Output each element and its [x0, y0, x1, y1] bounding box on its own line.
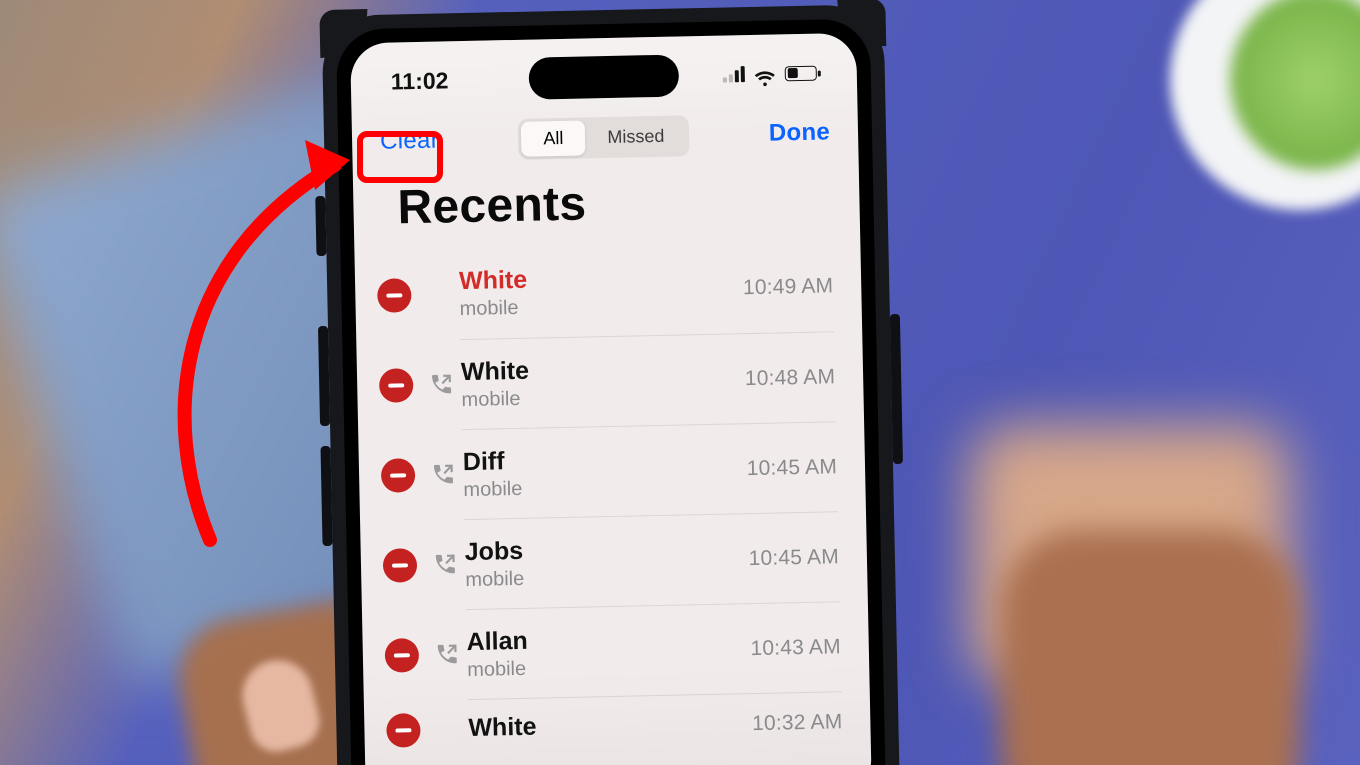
volume-down-button	[320, 446, 332, 546]
done-button[interactable]: Done	[769, 118, 831, 147]
segment-all[interactable]: All	[521, 120, 586, 156]
delete-minus-icon[interactable]	[379, 368, 414, 403]
page-title: Recents	[397, 176, 587, 235]
call-label: mobile	[463, 477, 522, 501]
outgoing-call-icon	[431, 550, 460, 579]
delete-minus-icon[interactable]	[386, 713, 421, 748]
delete-minus-icon[interactable]	[381, 458, 416, 493]
call-name: White	[461, 356, 530, 386]
status-time: 11:02	[391, 67, 449, 95]
call-row[interactable]: White mobile 10:49 AM	[354, 241, 862, 342]
background-bowl	[1170, 0, 1360, 210]
battery-icon	[785, 65, 817, 81]
call-name: Allan	[466, 626, 528, 656]
call-row[interactable]: Diff mobile 10:45 AM	[358, 421, 866, 522]
wifi-icon	[754, 65, 776, 81]
call-name: Jobs	[464, 536, 524, 566]
hand-right	[1000, 530, 1300, 765]
volume-up-button	[318, 326, 330, 426]
call-label	[469, 744, 537, 745]
filter-segmented-control[interactable]: All Missed	[518, 115, 690, 160]
outgoing-call-icon	[429, 460, 458, 489]
segment-missed[interactable]: Missed	[585, 118, 687, 155]
outgoing-call-icon	[427, 370, 456, 399]
nav-bar: Clear All Missed Done	[351, 101, 858, 174]
call-time: 10:45 AM	[748, 545, 839, 571]
call-time: 10:49 AM	[743, 274, 834, 300]
call-label: mobile	[467, 657, 529, 681]
call-time: 10:48 AM	[745, 365, 836, 391]
call-name: White	[468, 713, 537, 743]
call-row[interactable]: Allan mobile 10:43 AM	[362, 601, 870, 702]
call-label: mobile	[461, 387, 530, 411]
call-label: mobile	[465, 567, 524, 591]
call-row[interactable]: Jobs mobile 10:45 AM	[360, 511, 868, 612]
delete-minus-icon[interactable]	[383, 548, 418, 583]
recents-list[interactable]: White mobile 10:49 AM White mobile 10:48	[354, 241, 872, 765]
call-time: 10:43 AM	[750, 635, 841, 661]
iphone: 11:02 Clear All Missed Done Recents	[321, 4, 900, 765]
call-label: mobile	[459, 297, 528, 321]
power-button	[890, 314, 903, 464]
clear-button[interactable]: Clear	[380, 127, 439, 156]
call-row[interactable]: White mobile 10:48 AM	[356, 331, 864, 432]
delete-minus-icon[interactable]	[385, 638, 420, 673]
call-name: Diff	[463, 446, 523, 476]
outgoing-call-icon	[433, 640, 462, 669]
cellular-signal-icon	[723, 66, 745, 82]
phone-screen: 11:02 Clear All Missed Done Recents	[350, 33, 872, 765]
dynamic-island	[528, 55, 679, 100]
delete-minus-icon[interactable]	[377, 278, 412, 313]
call-time: 10:32 AM	[752, 710, 843, 736]
call-time: 10:45 AM	[746, 455, 837, 481]
call-name: White	[459, 266, 528, 296]
call-row[interactable]: White 10:32 AM	[364, 691, 871, 762]
mute-switch	[315, 196, 326, 256]
